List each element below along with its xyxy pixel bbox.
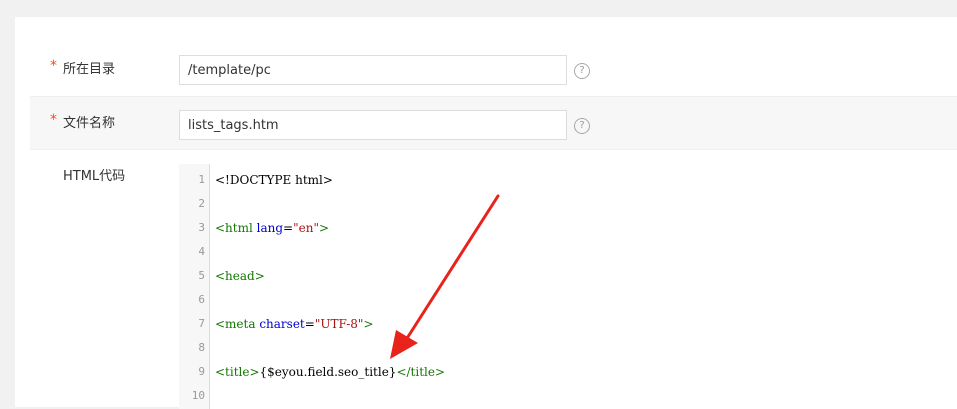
- question-circle-icon[interactable]: ?: [574, 118, 590, 134]
- code-line[interactable]: 6: [179, 288, 957, 312]
- line-number: 10: [191, 389, 205, 402]
- code-token: <meta: [215, 317, 260, 331]
- html-code-label: HTML代码: [63, 169, 126, 184]
- code-line[interactable]: 5 <head>: [179, 264, 957, 288]
- code-line[interactable]: 4: [179, 240, 957, 264]
- directory-input[interactable]: [179, 55, 567, 85]
- code-text: <head>: [215, 264, 265, 288]
- code-text: <title>{$eyou.field.seo_title}</title>: [215, 360, 445, 384]
- code-token: "UTF-8": [314, 317, 364, 331]
- code-token: </title>: [396, 365, 446, 379]
- code-line[interactable]: 9 <title>{$eyou.field.seo_title}</title>: [179, 360, 957, 384]
- code-token: >: [363, 317, 374, 331]
- code-text: <!DOCTYPE html>: [215, 168, 333, 192]
- code-token: =: [304, 317, 315, 331]
- code-token: <html: [215, 221, 257, 235]
- line-number: 9: [198, 365, 205, 378]
- form-panel: * 所在目录 ? * 文件名称 ? HTML代码 1 <!DOCTYPE html…: [15, 17, 957, 409]
- required-mark: *: [50, 58, 57, 74]
- line-number: 5: [198, 269, 205, 282]
- code-token: >: [318, 221, 330, 235]
- directory-row: * 所在目录 ?: [30, 44, 957, 96]
- code-token: <title>: [215, 365, 260, 379]
- directory-label: 所在目录: [63, 62, 116, 77]
- code-text: <meta charset="UTF-8">: [215, 312, 374, 336]
- code-line[interactable]: 3 <html lang="en">: [179, 216, 957, 240]
- line-number: 3: [198, 221, 205, 234]
- code-line[interactable]: 8: [179, 336, 957, 360]
- code-token: "en": [293, 221, 319, 235]
- code-token: <head>: [215, 269, 265, 283]
- required-mark: *: [50, 112, 57, 128]
- line-number: 7: [198, 317, 205, 330]
- code-token: {$eyou.field.seo_title}: [259, 365, 397, 379]
- line-number: 8: [198, 341, 205, 354]
- filename-label: 文件名称: [63, 116, 116, 131]
- line-number: 1: [198, 173, 205, 186]
- code-line[interactable]: 7 <meta charset="UTF-8">: [179, 312, 957, 336]
- line-number: 6: [198, 293, 205, 306]
- code-token: lang: [256, 221, 284, 235]
- code-line[interactable]: 2: [179, 192, 957, 216]
- code-token: <!DOCTYPE html>: [215, 173, 333, 187]
- code-line[interactable]: 1 <!DOCTYPE html>: [179, 168, 957, 192]
- code-token: =: [283, 221, 294, 235]
- code-token: charset: [259, 317, 305, 331]
- question-circle-icon[interactable]: ?: [574, 63, 590, 79]
- line-number: 4: [198, 245, 205, 258]
- code-text: <html lang="en">: [215, 216, 329, 240]
- html-code-row: HTML代码 1 <!DOCTYPE html> 2 3 <html lang="en"…: [30, 150, 957, 409]
- code-line[interactable]: 10: [179, 384, 957, 408]
- filename-input[interactable]: [179, 110, 567, 140]
- code-editor[interactable]: 1 <!DOCTYPE html> 2 3 <html lang="en"> 4 5 <hea…: [179, 164, 957, 409]
- filename-row: * 文件名称 ?: [30, 96, 957, 150]
- line-number: 2: [198, 197, 205, 210]
